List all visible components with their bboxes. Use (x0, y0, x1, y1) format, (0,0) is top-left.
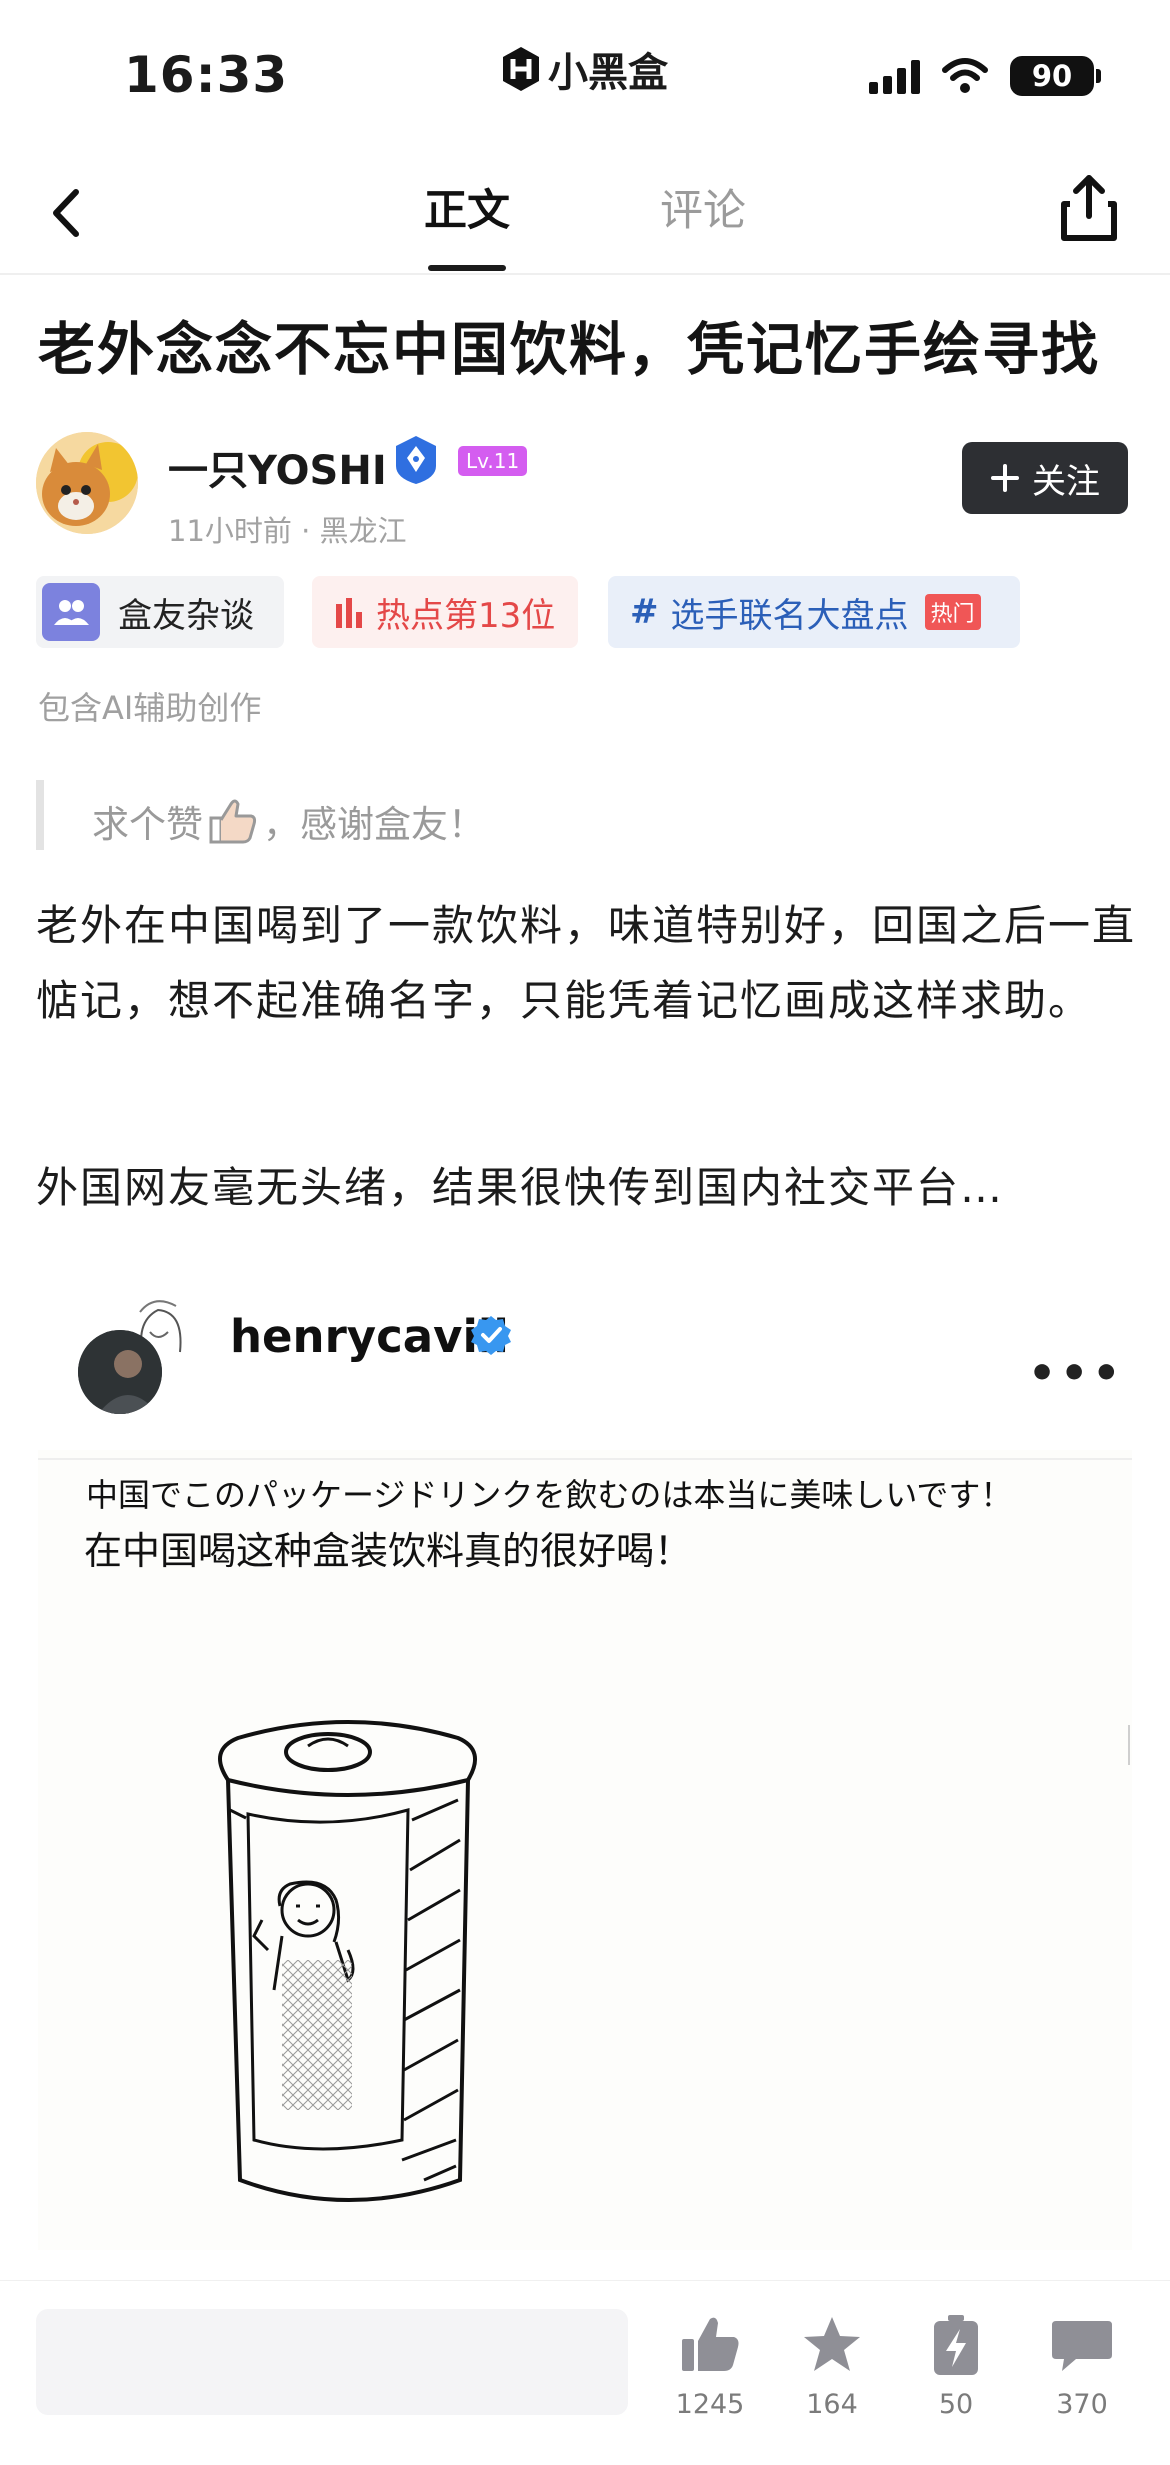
tag-hot-rank[interactable]: 热点第13位 (312, 576, 578, 648)
hash-icon: # (630, 592, 659, 632)
charge-count: 50 (938, 2389, 974, 2420)
bar-chart-icon (336, 598, 362, 628)
embed-edge-mark (1128, 1725, 1130, 1765)
tag-topic[interactable]: # 选手联名大盘点 热门 (608, 576, 1020, 648)
thumbs-up-icon (209, 799, 257, 844)
status-app-label: 小黑盒 (500, 40, 668, 98)
quote-bar (36, 780, 44, 850)
tag-community[interactable]: 盒友杂谈 (36, 576, 284, 648)
like-button[interactable]: 1245 (660, 2313, 760, 2420)
tab-comments[interactable]: 评论 (660, 176, 746, 238)
charge-button[interactable]: 50 (906, 2313, 1006, 2420)
tag-label: 热点第13位 (376, 595, 556, 636)
share-icon[interactable] (1056, 170, 1122, 246)
quote-text: 求个赞 ，感谢盒友！ (92, 794, 485, 848)
embed-header (38, 1250, 1132, 1450)
verified-check-icon (471, 1316, 511, 1355)
favorite-count: 164 (806, 2389, 858, 2420)
embed-caption-cn: 在中国喝这种盒装饮料真的很好喝！ (84, 1529, 693, 1573)
status-bar: 16:33 小黑盒 90 (0, 0, 1170, 150)
tag-label: 盒友杂谈 (118, 595, 254, 636)
status-time: 16:33 (124, 46, 289, 104)
comment-button[interactable]: 370 (1032, 2313, 1132, 2420)
embedded-post-image[interactable]: henrycavill ••• 中国でこのパッケージドリンクを飲むのは本当に美味… (38, 1250, 1132, 2250)
users-icon (42, 583, 100, 641)
heybox-logo-icon (503, 47, 539, 91)
active-tab-indicator (428, 265, 506, 271)
like-count: 1245 (675, 2389, 745, 2420)
battery-charge-icon (934, 2315, 978, 2375)
comment-count: 370 (1056, 2389, 1108, 2420)
status-app-name: 小黑盒 (548, 50, 668, 96)
embed-username: henrycavill (230, 1310, 509, 1363)
more-options-icon: ••• (1028, 1348, 1125, 1399)
tag-label: 选手联名大盘点 (670, 595, 909, 636)
battery-indicator: 90 (1010, 56, 1101, 96)
paragraph: 老外在中国喝到了一款饮料，味道特别好，回国之后一直惦记，想不起准确名字，只能凭着… (36, 901, 1137, 1025)
follow-button[interactable]: 关注 (962, 442, 1128, 514)
author-avatar[interactable] (36, 432, 138, 534)
thumbs-up-icon (682, 2317, 739, 2371)
level-badge: Lv.11 (458, 446, 528, 476)
hot-badge: 热门 (924, 594, 981, 630)
embed-avatar (78, 1330, 162, 1414)
post-meta: 11小时前 · 黑龙江 (168, 514, 407, 548)
wifi-icon (942, 58, 988, 93)
article-title: 老外念念不忘中国饮料，凭记忆手绘寻找 (38, 317, 1100, 383)
plus-icon (991, 464, 1019, 492)
tab-article[interactable]: 正文 (424, 176, 510, 238)
cellular-signal-icon (869, 58, 920, 94)
drink-carton-sketch (218, 1720, 478, 2202)
back-arrow-icon[interactable] (40, 178, 100, 248)
status-indicators: 90 (869, 56, 1101, 96)
paragraph: 外国网友毫无头绪，结果很快传到国内社交平台… (36, 1163, 1005, 1212)
bottom-action-bar: 1245 164 50 370 (0, 2280, 1170, 2465)
author-name[interactable]: 一只YOSHI (168, 438, 387, 496)
verified-pen-icon (396, 436, 436, 484)
embed-caption-jp: 中国でこのパッケージドリンクを飲むのは本当に美味しいです！ (86, 1476, 1013, 1514)
embed-divider (38, 1458, 1132, 1460)
cat-avatar-icon (36, 432, 138, 534)
star-icon (804, 2317, 860, 2371)
favorite-button[interactable]: 164 (782, 2313, 882, 2420)
quote-text-start: 求个赞 (92, 803, 203, 846)
top-nav: 正文 评论 (0, 150, 1170, 275)
follow-label: 关注 (1032, 461, 1100, 502)
quote-text-end: ，感谢盒友！ (263, 803, 485, 846)
ai-assist-note: 包含AI辅助创作 (38, 689, 262, 727)
comment-input[interactable] (36, 2309, 628, 2415)
comment-bubble-icon (1052, 2321, 1112, 2371)
